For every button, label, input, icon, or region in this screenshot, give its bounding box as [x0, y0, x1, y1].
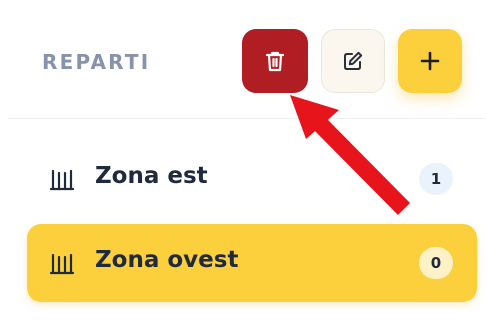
- edit-button[interactable]: [321, 29, 385, 93]
- count-badge: 0: [419, 247, 453, 279]
- department-item-zona-est[interactable]: Zona est 1: [27, 140, 477, 218]
- plus-icon: [420, 51, 440, 71]
- department-item-zona-ovest[interactable]: Zona ovest 0: [27, 224, 477, 302]
- department-label: Zona ovest: [95, 247, 239, 273]
- pencil-icon: [342, 50, 364, 72]
- delete-button[interactable]: [242, 29, 308, 93]
- section-title: REPARTI: [42, 50, 151, 74]
- department-label: Zona est: [95, 163, 208, 189]
- add-button[interactable]: [398, 29, 462, 93]
- warehouse-icon: [49, 167, 75, 191]
- departments-panel: REPARTI Zona est 1 Zona ovest 0: [0, 0, 487, 331]
- trash-icon: [265, 50, 285, 72]
- warehouse-icon: [49, 251, 75, 275]
- header-divider: [8, 118, 484, 119]
- count-badge: 1: [419, 163, 453, 195]
